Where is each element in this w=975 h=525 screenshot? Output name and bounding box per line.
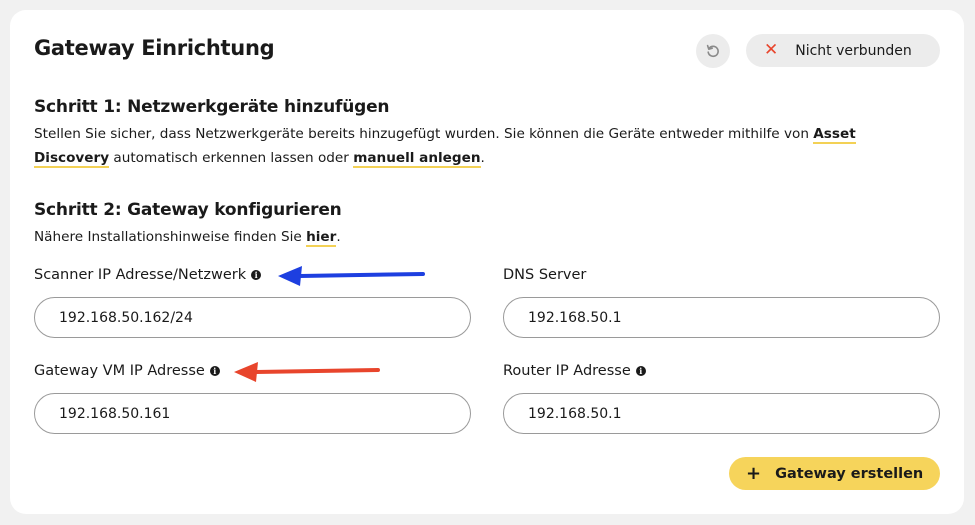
create-gateway-label: Gateway erstellen — [775, 465, 924, 482]
router-ip-input[interactable] — [503, 393, 940, 434]
router-ip-label: Router IP Adresse i — [503, 363, 646, 379]
dns-server-label: DNS Server — [503, 267, 586, 283]
installation-hints-link[interactable]: hier — [306, 229, 337, 247]
router-ip-label-text: Router IP Adresse — [503, 363, 631, 379]
step2-description: Nähere Installationshinweise finden Sie … — [34, 225, 341, 249]
red-arrow-annotation — [234, 362, 380, 382]
step1-text-after: . — [480, 150, 485, 166]
info-icon[interactable]: i — [635, 366, 646, 376]
scanner-ip-input[interactable] — [34, 297, 471, 338]
info-icon[interactable]: i — [251, 270, 262, 280]
gateway-vm-ip-input[interactable] — [34, 393, 471, 434]
step1-text-before: Stellen Sie sicher, dass Netzwerkgeräte … — [34, 126, 814, 142]
step2-heading: Schritt 2: Gateway konfigurieren — [34, 200, 342, 220]
scanner-ip-label: Scanner IP Adresse/Netzwerk i — [34, 267, 262, 283]
connection-status-label: Nicht verbunden — [795, 42, 912, 59]
plus-icon: + — [746, 462, 762, 484]
gateway-setup-card: Gateway Einrichtung ✕ Nicht verbunden Sc… — [10, 10, 964, 514]
close-icon: ✕ — [764, 40, 779, 60]
gateway-vm-ip-label: Gateway VM IP Adresse i — [34, 363, 220, 379]
dns-server-input[interactable] — [503, 297, 940, 338]
page-title: Gateway Einrichtung — [34, 36, 275, 60]
step1-text-middle: automatisch erkennen lassen oder — [109, 150, 354, 166]
reset-icon — [706, 44, 719, 58]
scanner-ip-label-text: Scanner IP Adresse/Netzwerk — [34, 267, 247, 283]
connection-status-button[interactable]: ✕ Nicht verbunden — [746, 34, 940, 67]
gateway-vm-ip-label-text: Gateway VM IP Adresse — [34, 363, 205, 379]
step2-text-after: . — [336, 229, 341, 245]
create-gateway-button[interactable]: + Gateway erstellen — [729, 457, 940, 490]
reset-button[interactable] — [696, 34, 730, 68]
step1-description: Stellen Sie sicher, dass Netzwerkgeräte … — [34, 122, 934, 170]
dns-server-label-text: DNS Server — [503, 267, 587, 283]
manual-create-link[interactable]: manuell anlegen — [353, 150, 481, 168]
info-icon[interactable]: i — [209, 366, 220, 376]
step2-text-before: Nähere Installationshinweise finden Sie — [34, 229, 307, 245]
blue-arrow-annotation — [278, 266, 425, 286]
step1-heading: Schritt 1: Netzwerkgeräte hinzufügen — [34, 97, 390, 117]
